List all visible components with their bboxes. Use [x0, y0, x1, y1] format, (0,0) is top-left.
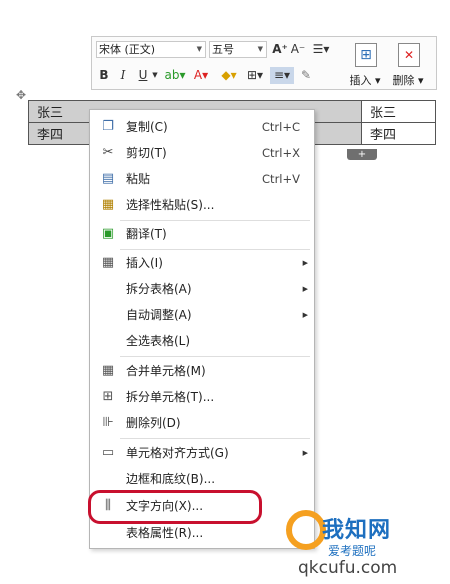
format-painter-icon[interactable]: ✎ [298, 67, 314, 84]
split-cells-icon: ⊞ [102, 389, 114, 404]
menu-item-select-table[interactable]: 全选表格(L) [90, 329, 314, 353]
menu-item-label: 表格属性(R)... [126, 526, 204, 540]
menu-item-delete-column[interactable]: ⊪ 删除列(D) [90, 411, 314, 435]
insert-button[interactable]: ⊞ 插入 ▾ [345, 39, 385, 89]
highlight-icon[interactable]: ab▾ [164, 67, 186, 84]
delete-label: 删除 ▾ [392, 74, 424, 87]
move-handle-icon[interactable]: ✥ [14, 88, 28, 102]
font-size-value: 五号 [212, 43, 234, 56]
submenu-arrow-icon: ▶ [302, 311, 308, 319]
menu-item-label: 合并单元格(M) [126, 364, 206, 378]
menu-item-cell-align[interactable]: ▭ 单元格对齐方式(G) ▶ [90, 441, 314, 465]
menu-item-label: 全选表格(L) [126, 334, 191, 348]
menu-item-label: 翻译(T) [126, 227, 167, 241]
font-color-icon[interactable]: A▾ [190, 67, 212, 84]
menu-item-insert[interactable]: ▦ 插入(I) ▶ [90, 251, 314, 275]
menu-item-paste-special[interactable]: ▦ 选择性粘贴(S)... [90, 193, 314, 217]
list-icon[interactable]: ☰▾ [310, 41, 332, 58]
context-menu: ❐ 复制(C) Ctrl+C ✂ 剪切(T) Ctrl+X ▤ 粘贴 Ctrl+… [89, 109, 315, 549]
menu-item-label: 拆分表格(A) [126, 282, 192, 296]
watermark: 我知网 爱考题呢 qkcufu.com [286, 504, 446, 582]
shrink-font-button[interactable]: A⁻ [290, 41, 306, 58]
menu-item-split-table[interactable]: 拆分表格(A) ▶ [90, 277, 314, 301]
table-icon: ▦ [101, 255, 115, 270]
menu-item-label: 选择性粘贴(S)... [126, 198, 215, 212]
watermark-text: qkcufu.com [298, 558, 398, 578]
cell-align-icon: ▭ [101, 445, 115, 460]
submenu-arrow-icon: ▶ [302, 285, 308, 293]
submenu-arrow-icon: ▶ [302, 259, 308, 267]
border-icon[interactable]: ⊞▾ [244, 67, 266, 84]
menu-item-label: 剪切(T) [126, 146, 167, 160]
shortcut-label: Ctrl+C [261, 120, 300, 134]
table-cell[interactable]: 李四 [361, 122, 436, 145]
menu-divider [120, 249, 310, 250]
shortcut-label: Ctrl+V [262, 172, 300, 186]
menu-item-merge-cells[interactable]: ▦ 合并单元格(M) [90, 359, 314, 383]
menu-divider [120, 356, 310, 357]
paste-icon: ▤ [101, 171, 115, 186]
table-cell[interactable]: 张三 [361, 100, 436, 123]
underline-button[interactable]: U [136, 67, 150, 84]
menu-item-label: 拆分单元格(T)... [126, 390, 215, 404]
paste-special-icon: ▦ [101, 197, 115, 212]
menu-item-label: 自动调整(A) [126, 308, 192, 322]
copy-icon: ❐ [102, 119, 114, 134]
scissors-icon: ✂ [102, 145, 114, 160]
bold-button[interactable]: B [97, 67, 111, 84]
font-size-select[interactable]: 五号 ▼ [209, 41, 267, 58]
menu-item-label: 粘贴 [126, 172, 151, 186]
menu-item-split-cells[interactable]: ⊞ 拆分单元格(T)... [90, 385, 314, 409]
menu-item-borders[interactable]: 边框和底纹(B)... [90, 467, 314, 491]
menu-divider [120, 438, 310, 439]
watermark-text: 我知网 [322, 518, 392, 543]
menu-item-label: 删除列(D) [126, 416, 181, 430]
menu-item-table-properties[interactable]: 表格属性(R)... [90, 521, 314, 545]
chevron-down-icon: ▼ [257, 45, 263, 53]
menu-divider [120, 220, 310, 221]
italic-button[interactable]: I [116, 67, 130, 84]
insert-table-icon: ⊞ [355, 43, 377, 67]
shading-icon[interactable]: ◆▾ [218, 67, 240, 84]
delete-button[interactable]: ✕ 删除 ▾ [388, 39, 428, 89]
delete-table-icon: ✕ [398, 43, 420, 67]
font-name-value: 宋体 (正文) [99, 43, 156, 56]
watermark-logo-icon [286, 510, 326, 550]
align-icon[interactable]: ≡▾ [270, 67, 294, 84]
menu-item-label: 单元格对齐方式(G) [126, 446, 229, 460]
grow-font-button[interactable]: A⁺ [272, 41, 288, 58]
merge-cells-icon: ▦ [101, 363, 115, 378]
menu-item-label: 复制(C) [126, 120, 168, 134]
add-row-button[interactable]: + [347, 149, 377, 160]
menu-item-translate[interactable]: ▣ 翻译(T) [90, 222, 314, 246]
menu-item-cut[interactable]: ✂ 剪切(T) Ctrl+X [90, 141, 314, 165]
insert-label: 插入 ▾ [349, 74, 381, 87]
menu-item-paste[interactable]: ▤ 粘贴 Ctrl+V [90, 167, 314, 191]
highlight-annotation [88, 490, 262, 524]
chevron-down-icon[interactable]: ▼ [150, 67, 160, 84]
watermark-text: 爱考题呢 [328, 544, 377, 558]
submenu-arrow-icon: ▶ [302, 449, 308, 457]
mini-toolbar: 宋体 (正文) ▼ 五号 ▼ A⁺ A⁻ ☰▾ B I U ▼ ab▾ A▾ ◆… [91, 36, 437, 90]
delete-column-icon: ⊪ [102, 415, 114, 430]
font-name-select[interactable]: 宋体 (正文) ▼ [96, 41, 206, 58]
chevron-down-icon: ▼ [196, 45, 202, 53]
translate-icon: ▣ [101, 226, 115, 241]
menu-item-label: 插入(I) [126, 256, 163, 270]
menu-item-copy[interactable]: ❐ 复制(C) Ctrl+C [90, 115, 314, 139]
menu-item-autofit[interactable]: 自动调整(A) ▶ [90, 303, 314, 327]
menu-item-label: 边框和底纹(B)... [126, 472, 216, 486]
shortcut-label: Ctrl+X [262, 146, 300, 160]
